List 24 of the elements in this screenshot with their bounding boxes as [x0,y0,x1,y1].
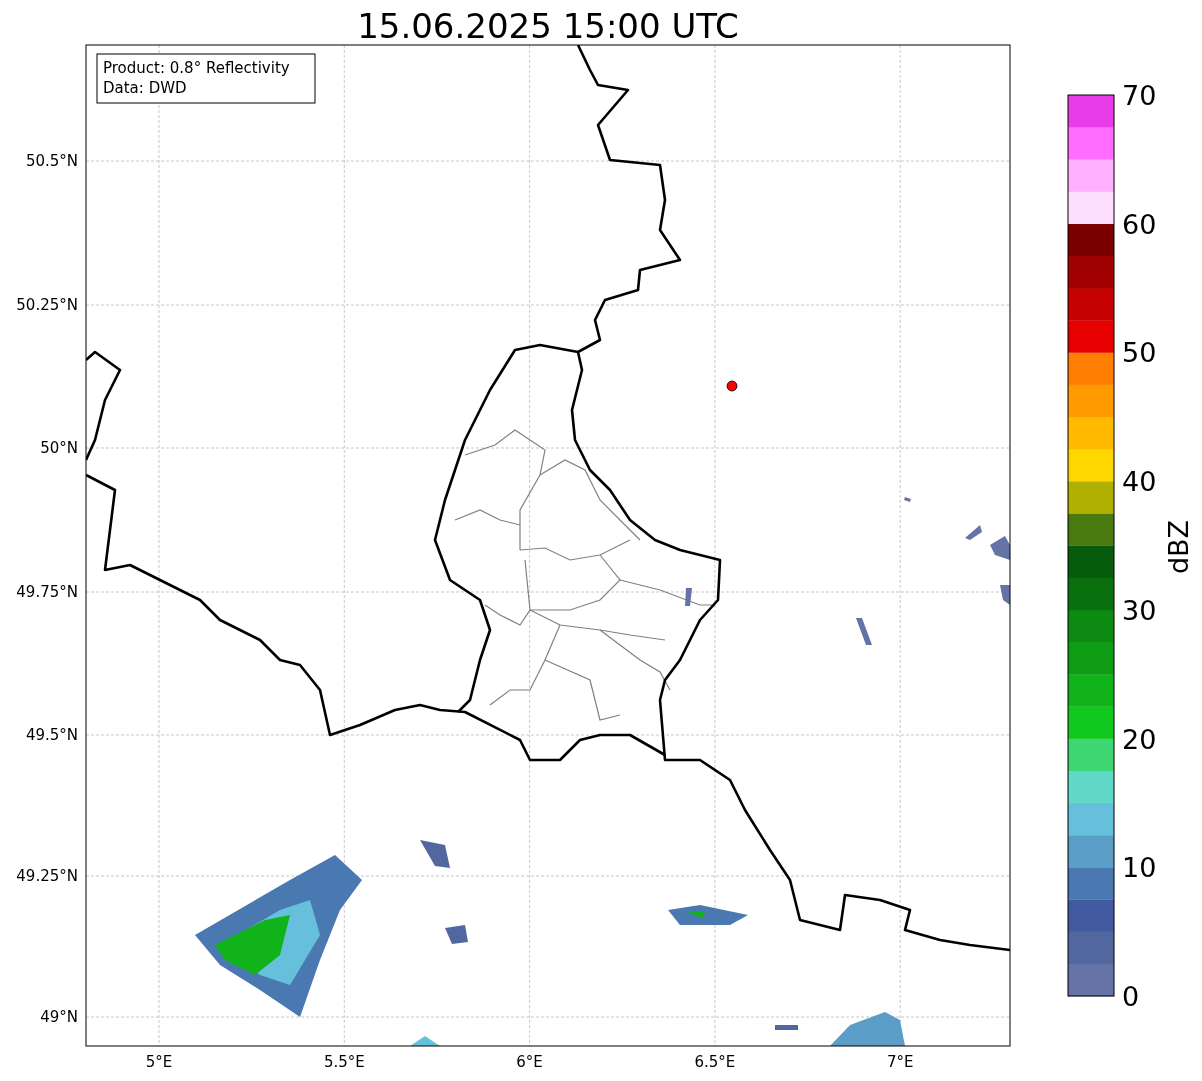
latitude-label: 49.75°N [16,583,78,601]
latitude-label: 49.5°N [25,726,78,744]
colorbar-label: dBZ [1163,519,1194,575]
colorbar-tick-label: 70 [1122,80,1157,111]
colorbar-tick-label: 30 [1122,594,1157,626]
colorbar-tick-label: 60 [1122,208,1157,240]
latitude-label: 49°N [40,1008,78,1026]
colorbar-tick-label: 0 [1122,981,1140,1012]
longitude-label: 6°E [516,1053,543,1071]
info-text: Data: DWD [103,79,187,97]
info-text: Product: 0.8° Reflectivity [103,59,290,77]
latitude-label: 50.25°N [16,296,78,314]
colorbar-tick-label: 20 [1122,723,1157,755]
latitude-label: 50.5°N [25,152,78,170]
longitude-label: 5°E [145,1053,173,1071]
longitude-label: 7°E [886,1053,914,1071]
colorbar-tick-label: 40 [1122,466,1157,498]
chart-title: 15.06.2025 15:00 UTC [357,6,739,46]
latitude-label: 50°N [40,439,78,457]
latitude-label: 49.25°N [16,867,78,885]
longitude-label: 6.5°E [694,1053,736,1071]
colorbar-tick-label: 10 [1122,852,1157,884]
colorbar-tick-label: 50 [1122,337,1157,369]
longitude-label: 5.5°E [323,1053,365,1071]
